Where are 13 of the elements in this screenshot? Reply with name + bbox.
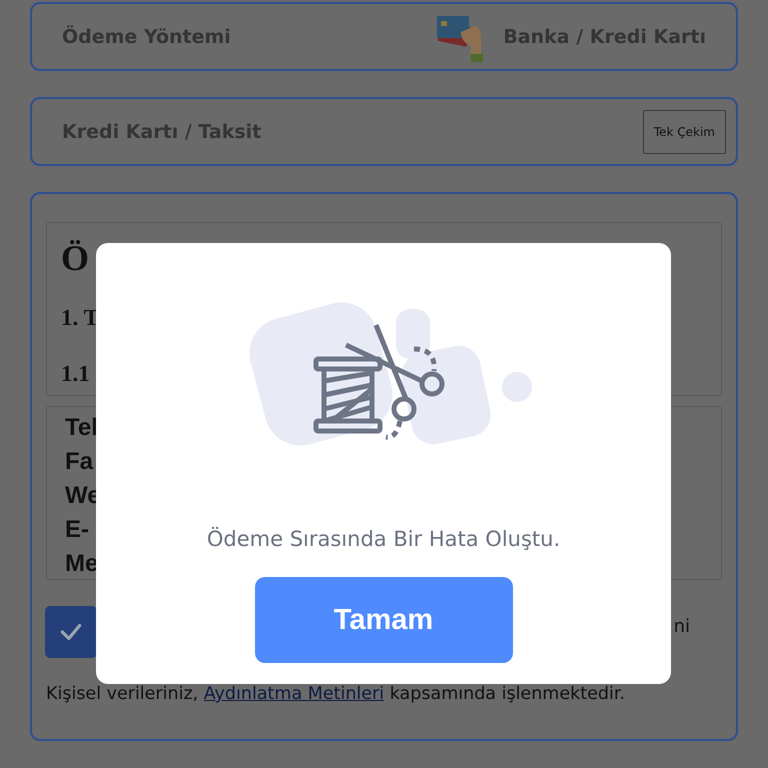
consent-checkbox[interactable] bbox=[45, 606, 97, 658]
agreement-heading: Ö bbox=[61, 237, 90, 279]
disclosure-link[interactable]: Aydınlatma Metinleri bbox=[204, 684, 384, 704]
error-message: Ödeme Sırasında Bir Hata Oluştu. bbox=[206, 527, 560, 551]
subsection-heading: 1.1 bbox=[61, 361, 91, 387]
single-payment-button[interactable]: Tek Çekim bbox=[642, 110, 726, 154]
contact-line: E- bbox=[65, 515, 89, 545]
contact-line: Me bbox=[65, 549, 98, 579]
ok-button[interactable]: Tamam bbox=[254, 577, 512, 663]
contact-line: Fa bbox=[65, 447, 94, 477]
privacy-notice: Kişisel verileriniz, Aydınlatma Metinleri kapsamında işlenmektedir. bbox=[46, 684, 626, 704]
contact-line: Tel bbox=[65, 413, 98, 443]
consent-text: ni bbox=[674, 616, 690, 636]
